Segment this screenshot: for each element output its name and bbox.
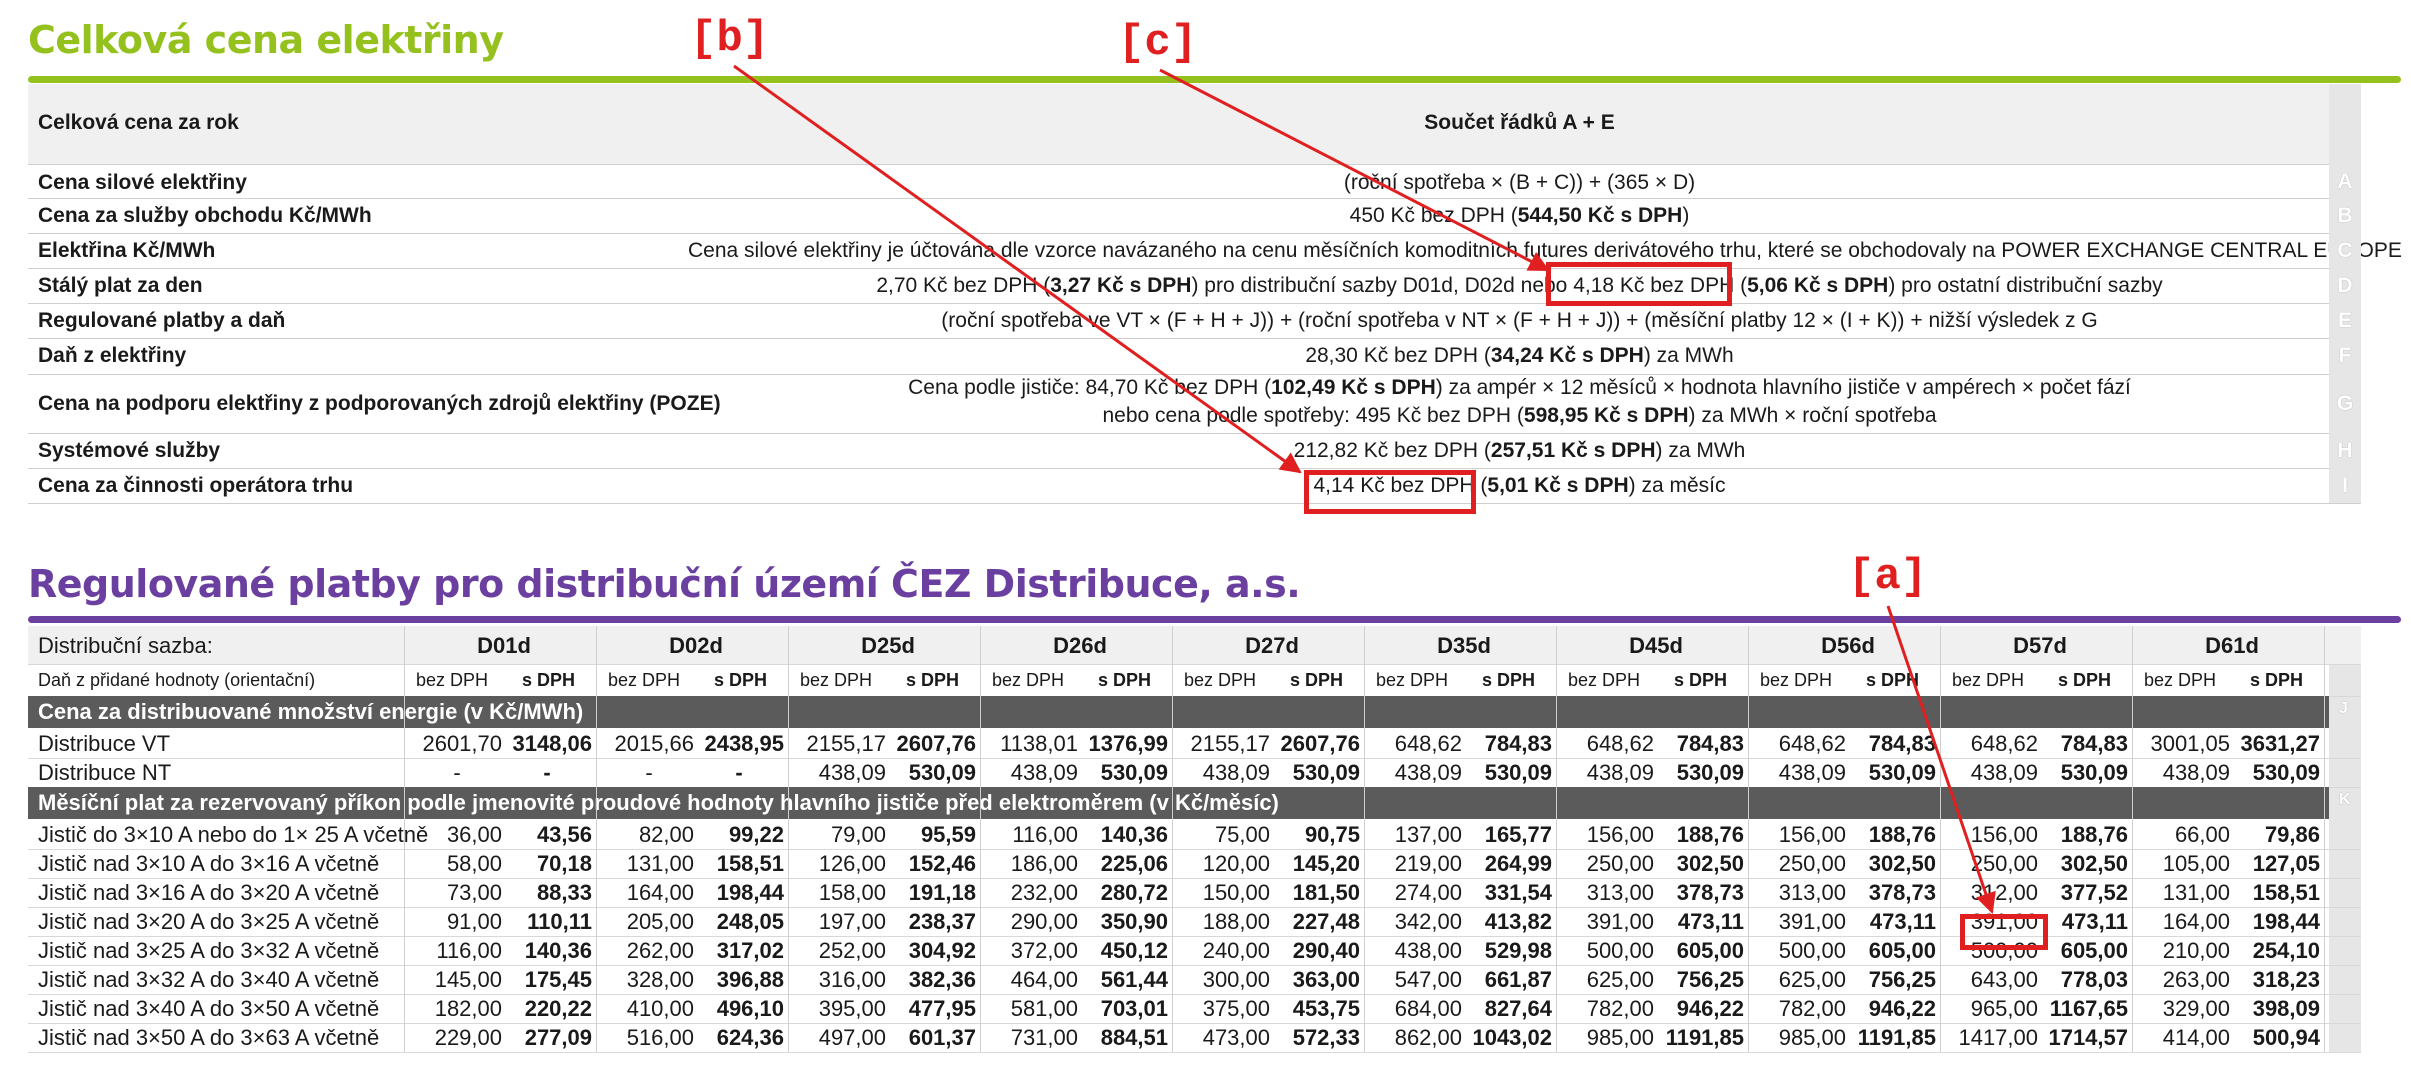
- annotation-arrows: [733, 64, 1996, 914]
- arrow-c: [1159, 68, 1550, 272]
- arrow-a: [1886, 605, 1996, 914]
- arrow-b: [733, 64, 1302, 474]
